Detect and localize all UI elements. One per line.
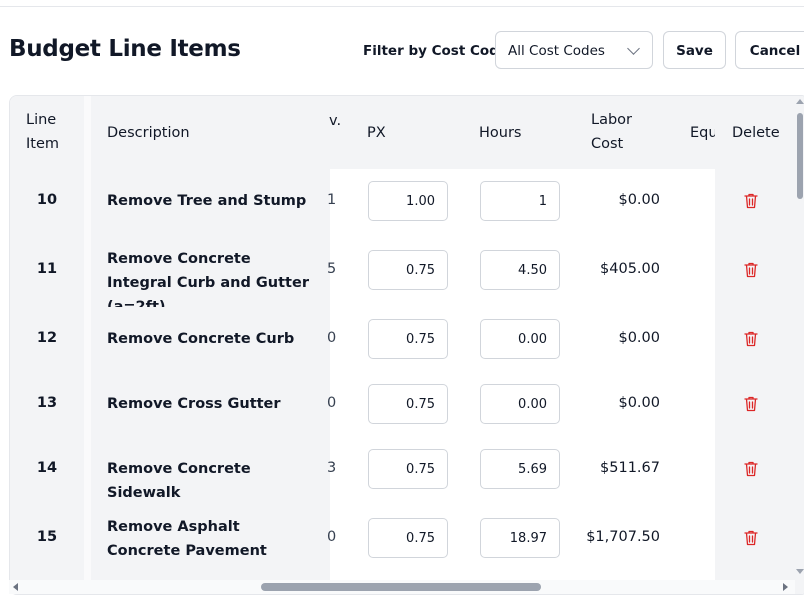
qty-partial: 0 <box>327 330 337 346</box>
hours-input[interactable]: 4.50 <box>480 250 560 290</box>
line-item-description: Remove Cross Gutter <box>107 396 281 412</box>
table-row: 11 Remove Concrete Integral Curb and Gut… <box>10 234 804 315</box>
vertical-scroll-thumb[interactable] <box>797 113 803 199</box>
cancel-button[interactable]: Cancel <box>735 31 804 69</box>
trash-icon[interactable] <box>744 396 758 412</box>
qty-partial: 5 <box>327 261 337 277</box>
labor-cost: $1,707.50 <box>586 529 660 545</box>
hours-input[interactable]: 1 <box>480 181 560 221</box>
px-input[interactable]: 1.00 <box>368 181 448 221</box>
px-input[interactable]: 0.75 <box>368 518 448 558</box>
header-equipment-partial: Equ <box>690 125 715 141</box>
filter-label: Filter by Cost Code: <box>363 43 514 59</box>
qty-partial: 0 <box>327 529 337 545</box>
line-item-description: Remove Tree and Stump <box>107 193 307 209</box>
table-row: 15 Remove Asphalt Concrete Pavement 0 0.… <box>10 502 804 576</box>
hours-input[interactable]: 5.69 <box>480 449 560 489</box>
trash-icon[interactable] <box>744 262 758 278</box>
labor-cost: $0.00 <box>618 330 660 346</box>
table-row: 14 Remove Concrete Sidewalk 3 0.75 5.69 … <box>10 437 804 503</box>
hours-input[interactable]: 0.00 <box>480 319 560 359</box>
labor-cost: $0.00 <box>618 395 660 411</box>
px-input[interactable]: 0.75 <box>368 250 448 290</box>
header-labor-cost: Labor Cost <box>591 112 633 152</box>
trash-icon[interactable] <box>744 331 758 347</box>
line-item-description: Remove Concrete Sidewalk <box>107 461 251 501</box>
header-hours: Hours <box>479 125 522 141</box>
qty-partial: 0 <box>327 395 337 411</box>
scroll-right-icon[interactable] <box>783 583 788 591</box>
header-description: Description <box>107 125 190 141</box>
labor-cost: $405.00 <box>600 261 660 277</box>
labor-cost: $0.00 <box>618 192 660 208</box>
header-px: PX <box>367 125 386 141</box>
line-item-description: Remove Asphalt Concrete Pavement <box>107 519 267 559</box>
scroll-left-icon[interactable] <box>13 583 18 591</box>
px-input[interactable]: 0.75 <box>368 319 448 359</box>
horizontal-scrollbar[interactable] <box>9 580 795 594</box>
chevron-down-icon <box>627 42 640 55</box>
line-item-description: Remove Concrete Curb <box>107 331 295 347</box>
top-divider <box>0 6 804 7</box>
vertical-scrollbar[interactable] <box>795 99 804 579</box>
line-item-number: 10 <box>36 192 58 208</box>
page-title: Budget Line Items <box>9 36 241 62</box>
scroll-up-icon[interactable] <box>796 99 804 104</box>
qty-partial: 1 <box>327 192 337 208</box>
table-row: 13 Remove Cross Gutter 0 0.75 0.00 $0.00 <box>10 372 804 438</box>
trash-icon[interactable] <box>744 530 758 546</box>
hours-input[interactable]: 18.97 <box>480 518 560 558</box>
scroll-down-icon[interactable] <box>796 569 804 574</box>
horizontal-scroll-thumb[interactable] <box>261 583 541 591</box>
header-delete: Delete <box>732 125 780 141</box>
trash-icon[interactable] <box>744 193 758 209</box>
trash-icon[interactable] <box>744 461 758 477</box>
table-header: Line Item Description v. PX Hours Labor … <box>10 96 804 170</box>
table-row: 12 Remove Concrete Curb 0 0.75 0.00 $0.0… <box>10 307 804 373</box>
px-input[interactable]: 0.75 <box>368 449 448 489</box>
line-item-number: 11 <box>36 261 58 277</box>
line-item-number: 14 <box>36 460 58 476</box>
qty-partial: 3 <box>327 460 337 476</box>
header-qty-partial: v. <box>329 113 342 129</box>
save-button[interactable]: Save <box>663 31 726 69</box>
line-item-number: 15 <box>36 529 58 545</box>
budget-table: Line Item Description v. PX Hours Labor … <box>9 95 804 595</box>
cost-code-select[interactable]: All Cost Codes <box>495 31 653 69</box>
table-row: 10 Remove Tree and Stump 1 1.00 1 $0.00 <box>10 169 804 235</box>
line-item-number: 12 <box>36 330 58 346</box>
px-input[interactable]: 0.75 <box>368 384 448 424</box>
line-item-number: 13 <box>36 395 58 411</box>
labor-cost: $511.67 <box>600 460 660 476</box>
header-line-item: Line Item <box>26 112 60 152</box>
cost-code-select-value: All Cost Codes <box>508 43 605 59</box>
hours-input[interactable]: 0.00 <box>480 384 560 424</box>
